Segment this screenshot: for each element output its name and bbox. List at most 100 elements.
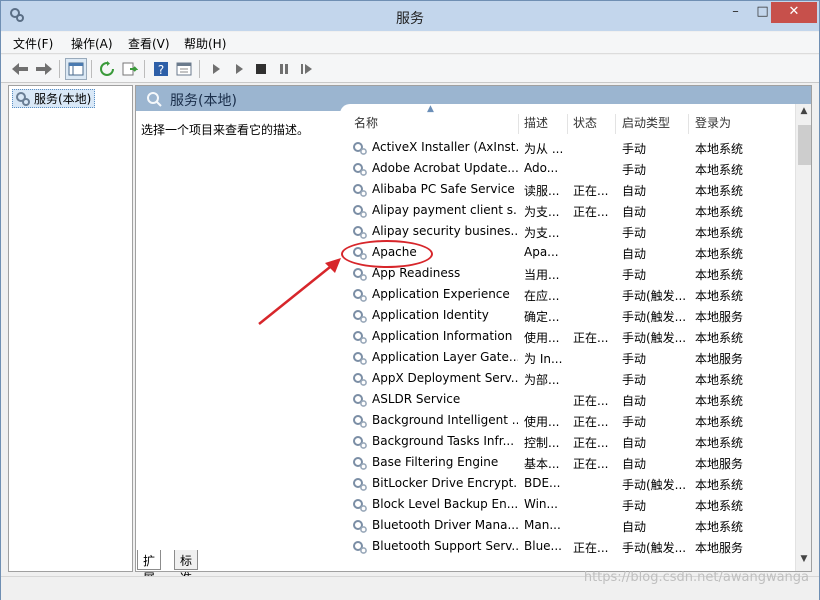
console-tree: 服务(本地) (8, 85, 133, 572)
service-name: Bluetooth Driver Mana... (372, 518, 518, 532)
menu-help[interactable]: 帮助(H) (184, 35, 226, 52)
service-name: App Readiness (372, 266, 461, 280)
service-name: ASLDR Service (372, 392, 461, 406)
service-row[interactable]: Block Level Backup En... Win... 手动 本地系统 (340, 494, 795, 515)
service-logon-as: 本地服务 (695, 457, 744, 471)
service-gear-icon (353, 520, 367, 533)
service-status: 正在... (573, 184, 609, 198)
service-name: AppX Deployment Serv... (372, 371, 518, 385)
service-gear-icon (353, 436, 367, 449)
title-bar[interactable]: 服务 – □ ✕ (1, 1, 819, 31)
service-startup-type: 自动 (622, 394, 647, 408)
service-startup-type: 自动 (622, 205, 647, 219)
service-name: BitLocker Drive Encrypt... (372, 476, 518, 490)
back-arrow-icon[interactable] (9, 58, 31, 80)
service-logon-as: 本地系统 (695, 247, 744, 261)
help-icon[interactable]: ? (150, 58, 172, 80)
service-gear-icon (353, 457, 367, 470)
service-row[interactable]: Application Layer Gate... 为 In... 手动 本地服务 (340, 347, 795, 368)
service-row[interactable]: Base Filtering Engine 基本... 正在... 自动 本地服务 (340, 452, 795, 473)
service-startup-type: 手动 (622, 499, 647, 513)
service-gear-icon (353, 184, 367, 197)
service-row[interactable]: ASLDR Service 正在... 自动 本地系统 (340, 389, 795, 410)
service-status: 正在... (573, 331, 609, 345)
service-name: Background Tasks Infr... (372, 434, 515, 448)
column-header-logon[interactable]: 登录为 (695, 114, 731, 131)
svg-text:?: ? (158, 63, 164, 77)
column-header-status[interactable]: 状态 (573, 114, 597, 131)
menu-view[interactable]: 查看(V) (128, 35, 170, 52)
service-row[interactable]: Alipay security busines... 为支... 手动 本地系统 (340, 221, 795, 242)
service-row[interactable]: Application Identity 确定... 手动(触发... 本地服务 (340, 305, 795, 326)
tab-standard[interactable]: 标准 (174, 550, 199, 585)
service-startup-type: 手动(触发... (622, 289, 687, 303)
service-name: Alipay security busines... (372, 224, 518, 238)
service-name: Application Identity (372, 308, 489, 322)
show-hide-console-tree-icon[interactable] (65, 58, 87, 80)
service-status: 正在... (573, 436, 609, 450)
scroll-up-icon[interactable]: ▲ (796, 106, 811, 120)
service-row[interactable]: ActiveX Installer (AxInst... 为从 ... 手动 本地系统 (340, 137, 795, 158)
service-description: 在应... (524, 289, 560, 303)
window-title: 服务 (396, 11, 424, 27)
service-startup-type: 手动(触发... (622, 541, 687, 555)
forward-arrow-icon[interactable] (33, 58, 55, 80)
service-startup-type: 自动 (622, 247, 647, 261)
annotation-ellipse (341, 240, 433, 268)
service-startup-type: 手动 (622, 373, 647, 387)
refresh-icon[interactable] (96, 58, 118, 80)
service-row[interactable]: Alipay payment client s... 为支... 正在... 自动 本地… (340, 200, 795, 221)
service-logon-as: 本地服务 (695, 352, 744, 366)
service-description: Win... (524, 497, 558, 511)
service-logon-as: 本地系统 (695, 289, 744, 303)
service-row[interactable]: BitLocker Drive Encrypt... BDE... 手动(触发...… (340, 473, 795, 494)
service-description: 确定... (524, 310, 560, 324)
service-row[interactable]: Adobe Acrobat Update... Ado... 手动 本地系统 (340, 158, 795, 179)
column-header-startup[interactable]: 启动类型 (622, 114, 670, 131)
service-logon-as: 本地系统 (695, 478, 744, 492)
service-row[interactable]: Background Tasks Infr... 控制... 正在... 自动 本地系统 (340, 431, 795, 452)
service-logon-as: 本地系统 (695, 268, 744, 282)
scroll-down-icon[interactable]: ▼ (796, 554, 811, 568)
search-gear-icon (147, 92, 162, 107)
service-name: Application Information (372, 329, 513, 343)
service-logon-as: 本地服务 (695, 541, 744, 555)
tree-item-services-local[interactable]: 服务(本地) (12, 89, 96, 108)
stop-service-icon[interactable] (250, 58, 272, 80)
start-service-icon[interactable] (205, 58, 227, 80)
service-gear-icon (353, 373, 367, 386)
service-row[interactable]: Application Experience 在应... 手动(触发... 本地系统 (340, 284, 795, 305)
service-logon-as: 本地系统 (695, 394, 744, 408)
service-gear-icon (353, 478, 367, 491)
service-status: 正在... (573, 457, 609, 471)
start-service-alt-icon[interactable] (228, 58, 250, 80)
export-list-icon[interactable] (119, 58, 141, 80)
tab-extended[interactable]: 扩展 (137, 550, 162, 585)
service-row[interactable]: Bluetooth Driver Mana... Man... 自动 本地系统 (340, 515, 795, 536)
service-name: Alipay payment client s... (372, 203, 518, 217)
service-row[interactable]: Application Information 使用... 正在... 手动(触发..… (340, 326, 795, 347)
pause-service-icon[interactable] (273, 58, 295, 80)
service-row[interactable]: Bluetooth Support Serv... Blue... 正在... 手动(… (340, 536, 795, 557)
menu-file[interactable]: 文件(F) (13, 35, 53, 52)
menu-action[interactable]: 操作(A) (71, 35, 113, 52)
service-startup-type: 自动 (622, 520, 647, 534)
minimize-button[interactable]: – (722, 2, 749, 23)
properties-icon[interactable] (173, 58, 195, 80)
service-logon-as: 本地系统 (695, 331, 744, 345)
service-startup-type: 手动 (622, 352, 647, 366)
service-row[interactable]: Background Intelligent ... 使用... 正在... 手动 本地… (340, 410, 795, 431)
restart-service-icon[interactable] (296, 58, 318, 80)
service-logon-as: 本地系统 (695, 499, 744, 513)
scroll-thumb[interactable] (798, 125, 811, 165)
service-row[interactable]: Alibaba PC Safe Service 读服... 正在... 自动 本地系统 (340, 179, 795, 200)
menu-bar: 文件(F) 操作(A) 查看(V) 帮助(H) (1, 32, 819, 54)
service-name: Application Experience (372, 287, 510, 301)
close-button[interactable]: ✕ (771, 2, 817, 23)
service-row[interactable]: AppX Deployment Serv... 为部... 手动 本地系统 (340, 368, 795, 389)
service-logon-as: 本地系统 (695, 226, 744, 240)
service-gear-icon (353, 394, 367, 407)
column-header-desc[interactable]: 描述 (524, 114, 548, 131)
column-header-name[interactable]: 名称 (354, 114, 378, 131)
vertical-scrollbar[interactable]: ▲ ▼ (795, 104, 811, 571)
